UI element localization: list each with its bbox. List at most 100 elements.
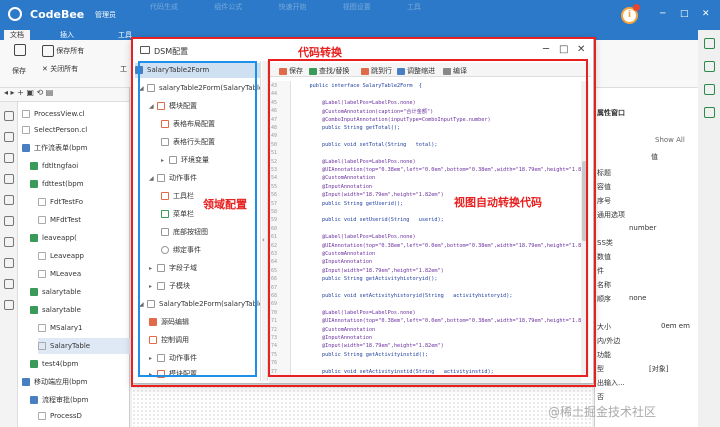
tree-item[interactable]: 移动端应用(bpm <box>22 374 130 390</box>
grid-icon[interactable] <box>703 107 715 118</box>
tool-icon[interactable] <box>3 195 14 205</box>
tree-item[interactable]: MFdtTest <box>38 212 146 228</box>
tree-item[interactable]: 工作流表单(bpm <box>22 140 130 156</box>
tool-icon[interactable] <box>3 237 14 247</box>
tree-item[interactable]: 流程审批(bpm <box>30 392 138 408</box>
design-canvas[interactable] <box>132 385 592 427</box>
compile-button[interactable]: 编译 <box>443 66 467 76</box>
tab-insert[interactable]: 插入 <box>60 30 74 40</box>
tree-node[interactable]: 底部按钮图 <box>161 225 260 240</box>
tree-item[interactable]: ProcessView.cl <box>22 106 130 122</box>
code-line: public void setUserid(String userid); <box>297 217 444 224</box>
tree-node-label: 工具栏 <box>173 192 194 200</box>
tree-item[interactable]: fdttest(bpm <box>30 176 138 192</box>
tree-item[interactable]: salarytable <box>30 284 138 300</box>
maximize-icon[interactable]: □ <box>680 9 689 19</box>
tree-item[interactable]: salarytable <box>30 302 138 318</box>
tree-node[interactable]: ▸ 模块配置 <box>149 367 260 381</box>
tree-node[interactable]: 源码编辑 <box>149 315 260 330</box>
menu-item[interactable]: 组件公式 <box>214 3 242 11</box>
tree-node[interactable]: ▸ 动作事件 <box>149 351 260 366</box>
line-number: 59 <box>271 217 278 224</box>
tree-item[interactable]: leaveapp( <box>30 230 138 246</box>
code-line: @CustomAnnotation <box>297 326 376 333</box>
save-code-button[interactable]: 保存 <box>279 66 303 76</box>
tree-node[interactable]: ▸ 子模块 <box>149 279 260 294</box>
menu-item[interactable]: 快速开始 <box>278 3 306 11</box>
find-replace-button[interactable]: 查找/替换 <box>309 66 349 76</box>
tool-icon[interactable] <box>3 153 14 163</box>
line-number: 49 <box>271 133 278 140</box>
tool-icon[interactable] <box>3 216 14 226</box>
tool-icon[interactable] <box>3 174 14 184</box>
goto-line-button[interactable]: 跳到行 <box>361 66 392 76</box>
code-line: @InputAnnotation <box>297 183 372 190</box>
save-all-button[interactable]: 保存所有 <box>42 45 84 57</box>
submodule-icon <box>157 282 165 290</box>
menu-item[interactable]: 代码生成 <box>150 3 178 11</box>
close-icon[interactable]: ✕ <box>702 9 710 19</box>
close-icon[interactable]: ✕ <box>577 44 585 55</box>
user-menu[interactable]: 管理员 <box>95 10 116 20</box>
tree-node[interactable]: 控制调用 <box>149 333 260 348</box>
tree-root[interactable]: SalaryTable2Form <box>135 63 260 78</box>
tree-item[interactable]: MLeavea <box>38 266 146 282</box>
tab-tools[interactable]: 工具 <box>118 30 132 40</box>
tree-node[interactable]: 表格布局配置 <box>161 117 260 132</box>
layout-icon[interactable] <box>703 84 715 95</box>
line-number: 47 <box>271 116 278 123</box>
tool-icon[interactable] <box>3 279 14 289</box>
menu-item[interactable]: 工具 <box>407 3 421 11</box>
file-icon <box>38 270 46 278</box>
menu-item[interactable]: 视图设置 <box>343 3 371 11</box>
tree-node[interactable]: ◢ 动作事件 <box>149 171 260 186</box>
tree-node[interactable]: ▸ 字段子域 <box>149 261 260 276</box>
indent-label: 调整缩进 <box>407 67 435 75</box>
code-lines[interactable]: 43 44 45 46 47 48 49 50 51 52 53 54 55 56 57 58 59 60 61 62… <box>269 81 581 377</box>
tool-icon[interactable] <box>3 132 14 142</box>
splitter-handle[interactable]: ‹ <box>262 61 268 381</box>
maximize-icon[interactable]: □ <box>559 44 568 55</box>
close-all-button[interactable]: ✕ 关闭所有 <box>42 64 78 74</box>
save-button[interactable]: 保存 <box>12 66 26 76</box>
tree-item[interactable]: FdtTestFo <box>38 194 146 210</box>
tool-icon[interactable] <box>3 258 14 268</box>
prop-label: 数值 <box>597 253 611 261</box>
prop-label: 件 <box>597 267 604 275</box>
code-line: @Label(labelPos=LabelPos.none) <box>297 234 416 241</box>
indent-button[interactable]: 调整缩进 <box>397 66 435 76</box>
tree-node[interactable]: ◢ salaryTable2Form(SalaryTable <box>139 81 260 96</box>
excel-icon[interactable] <box>703 38 715 49</box>
file-icon <box>38 412 46 420</box>
minimize-icon[interactable]: ─ <box>660 9 665 19</box>
tree-item[interactable]: ProcessD <box>38 408 146 424</box>
tree-item[interactable]: fdtltngfaoi <box>30 158 138 174</box>
tree-item-label: fdttest(bpm <box>42 180 84 188</box>
find-replace-label: 查找/替换 <box>319 67 350 75</box>
caret-right-icon: ▸ <box>149 355 153 362</box>
tree-item[interactable]: Leaveapp <box>38 248 146 264</box>
prop-label: 否 <box>597 393 604 401</box>
tree-item[interactable]: SelectPerson.cl <box>22 122 130 138</box>
code-line: @CustomAnnotation <box>297 251 376 257</box>
tree-node[interactable]: ▸ 环境变量 <box>161 153 260 168</box>
form-icon <box>30 306 38 314</box>
tree-item-selected[interactable]: SalaryTable <box>38 338 146 354</box>
vertical-scrollbar[interactable] <box>581 81 589 377</box>
tree-node[interactable]: 绑定事件 <box>161 243 260 258</box>
tree-node[interactable]: ◢ SalaryTable2Form(salaryTable <box>139 297 260 312</box>
tool-icon[interactable] <box>3 300 14 310</box>
save-icon[interactable] <box>14 44 26 56</box>
tool-icon[interactable] <box>3 111 14 121</box>
tree-item[interactable]: test4(bpm <box>30 356 138 372</box>
collapse-icon[interactable]: ‹ <box>262 236 265 244</box>
tree-item[interactable]: MSalary1 <box>38 320 146 336</box>
minimize-icon[interactable]: ─ <box>543 44 549 55</box>
tools-button[interactable]: 工 <box>120 64 127 74</box>
tree-node[interactable]: ◢ 模块配置 <box>149 99 260 114</box>
code-icon[interactable] <box>703 61 715 72</box>
tab-document[interactable]: 文档 <box>4 30 30 40</box>
horizontal-scrollbar[interactable] <box>269 377 581 383</box>
scroll-thumb[interactable] <box>582 161 588 241</box>
tree-node[interactable]: 表格行头配置 <box>161 135 260 150</box>
